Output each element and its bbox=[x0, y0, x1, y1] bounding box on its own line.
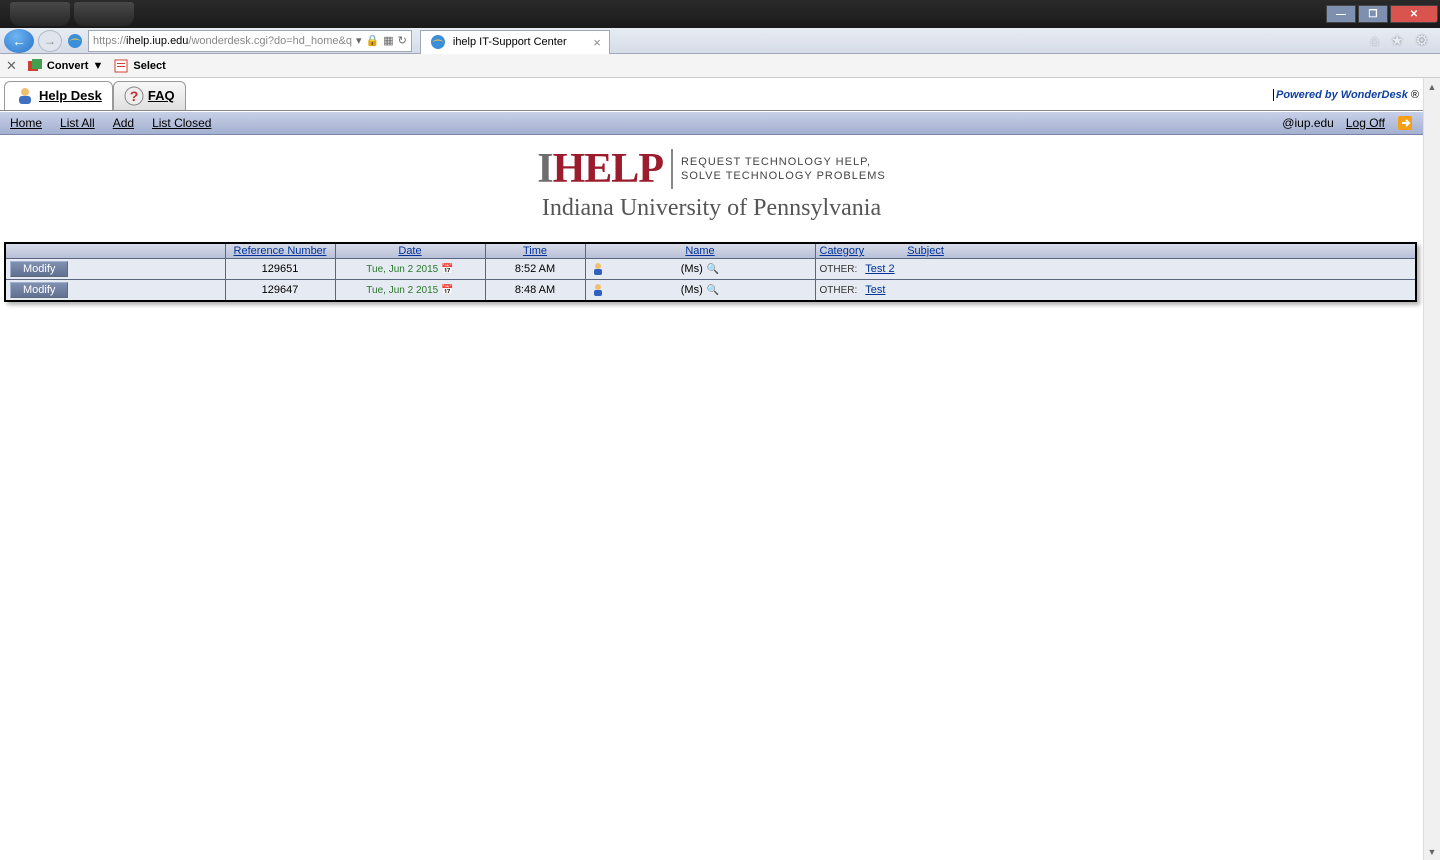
cell-reference: 129651 bbox=[225, 259, 335, 280]
cell-date: Tue, Jun 2 2015 📅 bbox=[335, 259, 485, 280]
scroll-track[interactable] bbox=[1424, 95, 1440, 843]
cell-name: (Ms) 🔍 bbox=[585, 280, 815, 302]
calendar-icon[interactable]: 📅 bbox=[441, 264, 453, 275]
app-tab-bar: Help Desk ? FAQ Powered by WonderDesk ® bbox=[0, 78, 1423, 111]
logo-tagline: REQUEST TECHNOLOGY HELP, SOLVE TECHNOLOG… bbox=[681, 155, 886, 184]
window-titlebar: — ❐ ✕ bbox=[0, 0, 1440, 28]
close-button[interactable]: ✕ bbox=[1390, 5, 1438, 23]
header-category[interactable]: Category bbox=[820, 245, 865, 257]
tab-title: ihelp IT-Support Center bbox=[453, 36, 567, 48]
logo-separator bbox=[671, 149, 673, 189]
header-subject[interactable]: Subject bbox=[907, 245, 944, 257]
tab-faq[interactable]: ? FAQ bbox=[113, 81, 186, 110]
tab-faq-label: FAQ bbox=[148, 88, 175, 103]
subject-link[interactable]: Test bbox=[865, 284, 885, 296]
person-icon bbox=[592, 262, 604, 276]
modify-button[interactable]: Modify bbox=[10, 282, 68, 298]
nav-home[interactable]: Home bbox=[10, 116, 42, 130]
scroll-up-icon[interactable]: ▲ bbox=[1424, 78, 1440, 95]
compat-icon[interactable]: ▦ bbox=[383, 34, 393, 47]
tab-close-icon[interactable]: × bbox=[593, 35, 601, 50]
table-header-row: Reference Number Date Time Name Category… bbox=[5, 243, 1416, 259]
cell-category-subject: OTHER:Test bbox=[815, 280, 1416, 302]
select-icon bbox=[113, 58, 129, 74]
ie-icon bbox=[66, 32, 84, 50]
col-reference: Reference Number bbox=[225, 243, 335, 259]
search-icon[interactable]: 🔍 bbox=[707, 285, 719, 296]
ie-icon bbox=[429, 33, 447, 51]
logo-area: IHELP REQUEST TECHNOLOGY HELP, SOLVE TEC… bbox=[0, 135, 1423, 242]
browser-navbar: ← → https://ihelp.iup.edu/wonderdesk.cgi… bbox=[0, 28, 1440, 54]
col-time: Time bbox=[485, 243, 585, 259]
scroll-down-icon[interactable]: ▼ bbox=[1424, 843, 1440, 860]
search-icon[interactable]: 🔍 bbox=[707, 264, 719, 275]
helpdesk-icon bbox=[15, 86, 35, 106]
col-date: Date bbox=[335, 243, 485, 259]
nav-logoff[interactable]: Log Off bbox=[1346, 116, 1385, 130]
nav-add[interactable]: Add bbox=[113, 116, 134, 130]
tab-strip: ihelp IT-Support Center × bbox=[420, 28, 610, 54]
cell-time: 8:48 AM bbox=[485, 280, 585, 302]
browser-tab[interactable]: ihelp IT-Support Center × bbox=[420, 30, 610, 54]
tools-icon[interactable]: ⚙ bbox=[1415, 32, 1428, 49]
logoff-icon[interactable] bbox=[1397, 115, 1413, 131]
url-text: https://ihelp.iup.edu/wonderdesk.cgi?do=… bbox=[93, 35, 352, 47]
table-row: Modify 129651Tue, Jun 2 2015 📅8:52 AM(Ms)… bbox=[5, 259, 1416, 280]
taskbar-item[interactable] bbox=[74, 2, 134, 26]
pdf-toolbar: ✕ Convert ▼ Select bbox=[0, 54, 1440, 78]
logo-ihelp: IHELP bbox=[537, 145, 663, 193]
svg-text:?: ? bbox=[130, 88, 139, 104]
taskbar-icons bbox=[0, 0, 134, 28]
subject-link[interactable]: Test 2 bbox=[865, 263, 894, 275]
modify-button[interactable]: Modify bbox=[10, 261, 68, 277]
convert-label: Convert bbox=[47, 60, 89, 72]
col-category-subject: Category Subject bbox=[815, 243, 1416, 259]
powered-by: Powered by WonderDesk ® bbox=[1273, 89, 1419, 101]
cell-category-subject: OTHER:Test 2 bbox=[815, 259, 1416, 280]
table-row: Modify 129647Tue, Jun 2 2015 📅8:48 AM(Ms)… bbox=[5, 280, 1416, 302]
dropdown-icon[interactable]: ▾ bbox=[356, 34, 362, 47]
window-controls: — ❐ ✕ bbox=[1326, 5, 1438, 23]
nav-list-closed[interactable]: List Closed bbox=[152, 116, 211, 130]
convert-icon bbox=[27, 58, 43, 74]
toolbar-close-icon[interactable]: ✕ bbox=[6, 58, 17, 74]
cell-reference: 129647 bbox=[225, 280, 335, 302]
taskbar-item[interactable] bbox=[10, 2, 70, 26]
person-icon bbox=[592, 283, 604, 297]
address-bar[interactable]: https://ihelp.iup.edu/wonderdesk.cgi?do=… bbox=[88, 30, 412, 52]
ticket-table: Reference Number Date Time Name Category… bbox=[4, 242, 1417, 302]
nav-linkbar: Home List All Add List Closed @iup.edu L… bbox=[0, 111, 1423, 135]
forward-button[interactable]: → bbox=[38, 30, 62, 52]
home-icon[interactable]: ⌂ bbox=[1370, 32, 1378, 49]
maximize-button[interactable]: ❐ bbox=[1358, 5, 1388, 23]
nav-list-all[interactable]: List All bbox=[60, 116, 95, 130]
logo-university: Indiana University of Pennsylvania bbox=[0, 195, 1423, 222]
col-name: Name bbox=[585, 243, 815, 259]
select-label: Select bbox=[133, 60, 165, 72]
col-modify bbox=[5, 243, 225, 259]
cell-name: (Ms) 🔍 bbox=[585, 259, 815, 280]
navbar-right: ⌂ ★ ⚙ bbox=[1370, 32, 1436, 49]
refresh-icon[interactable]: ↻ bbox=[398, 34, 407, 47]
cell-date: Tue, Jun 2 2015 📅 bbox=[335, 280, 485, 302]
tab-helpdesk-label: Help Desk bbox=[39, 88, 102, 103]
vertical-scrollbar[interactable]: ▲ ▼ bbox=[1423, 78, 1440, 860]
lock-icon: 🔒 bbox=[366, 34, 380, 47]
cell-time: 8:52 AM bbox=[485, 259, 585, 280]
tab-helpdesk[interactable]: Help Desk bbox=[4, 81, 113, 110]
back-button[interactable]: ← bbox=[4, 29, 34, 53]
dropdown-icon: ▼ bbox=[92, 60, 103, 72]
convert-button[interactable]: Convert ▼ bbox=[27, 58, 103, 74]
page-content: Help Desk ? FAQ Powered by WonderDesk ® … bbox=[0, 78, 1423, 860]
minimize-button[interactable]: — bbox=[1326, 5, 1356, 23]
favorites-icon[interactable]: ★ bbox=[1391, 32, 1404, 49]
faq-icon: ? bbox=[124, 86, 144, 106]
calendar-icon[interactable]: 📅 bbox=[441, 285, 453, 296]
user-label: @iup.edu bbox=[1282, 116, 1334, 130]
select-button[interactable]: Select bbox=[113, 58, 165, 74]
